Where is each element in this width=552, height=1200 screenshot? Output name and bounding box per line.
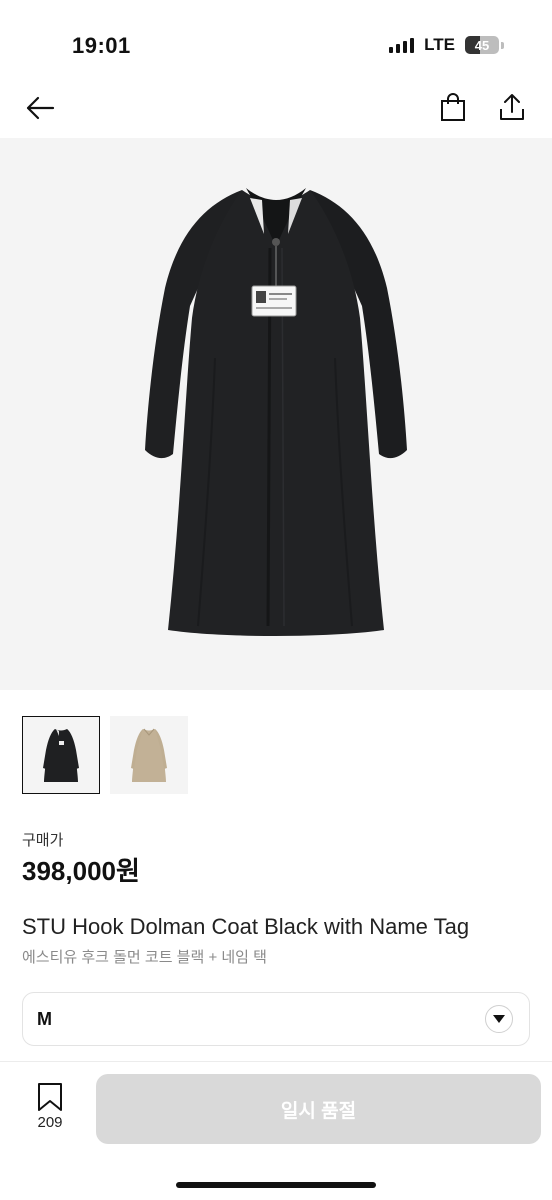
network-type: LTE — [424, 35, 455, 54]
status-bar: 19:01 LTE 45 — [0, 0, 552, 80]
sold-out-button[interactable]: 일시 품절 — [96, 1074, 541, 1144]
home-indicator — [176, 1182, 376, 1188]
product-subtitle: 에스티유 후크 돌먼 코트 블랙 + 네임 택 — [22, 949, 267, 966]
bookmark-icon — [38, 1083, 62, 1111]
price-label: 구매가 — [22, 832, 64, 849]
price: 398,000원 — [22, 856, 140, 886]
share-button[interactable] — [494, 88, 530, 126]
coat-image — [145, 188, 407, 636]
bookmark-button[interactable]: 209 — [30, 1082, 70, 1136]
back-button[interactable] — [20, 90, 60, 126]
bottom-bar: 209 일시 품절 — [0, 1062, 552, 1200]
size-select[interactable]: M — [22, 992, 530, 1046]
thumbnail-black[interactable] — [22, 716, 100, 794]
battery-level: 45 — [474, 37, 490, 53]
shopping-bag-icon — [441, 93, 465, 121]
arrow-left-icon — [26, 96, 55, 120]
chevron-down-icon — [485, 1005, 513, 1033]
product-image[interactable] — [0, 138, 552, 690]
thumbnail-coat-image — [131, 728, 167, 782]
thumbnail-beige[interactable] — [110, 716, 188, 794]
cart-button[interactable] — [436, 88, 470, 126]
battery-icon: 45 — [465, 36, 499, 54]
status-indicators: LTE 45 — [389, 35, 504, 55]
thumbnail-coat-image — [43, 729, 79, 782]
status-time: 19:01 — [72, 33, 131, 58]
nav-bar — [0, 80, 552, 136]
size-select-value: M — [37, 1008, 52, 1029]
share-icon — [500, 94, 524, 120]
signal-icon — [389, 37, 415, 53]
bookmark-count: 209 — [37, 1114, 63, 1131]
thumbnail-list — [22, 716, 188, 794]
product-title: STU Hook Dolman Coat Black with Name Tag — [22, 914, 470, 939]
